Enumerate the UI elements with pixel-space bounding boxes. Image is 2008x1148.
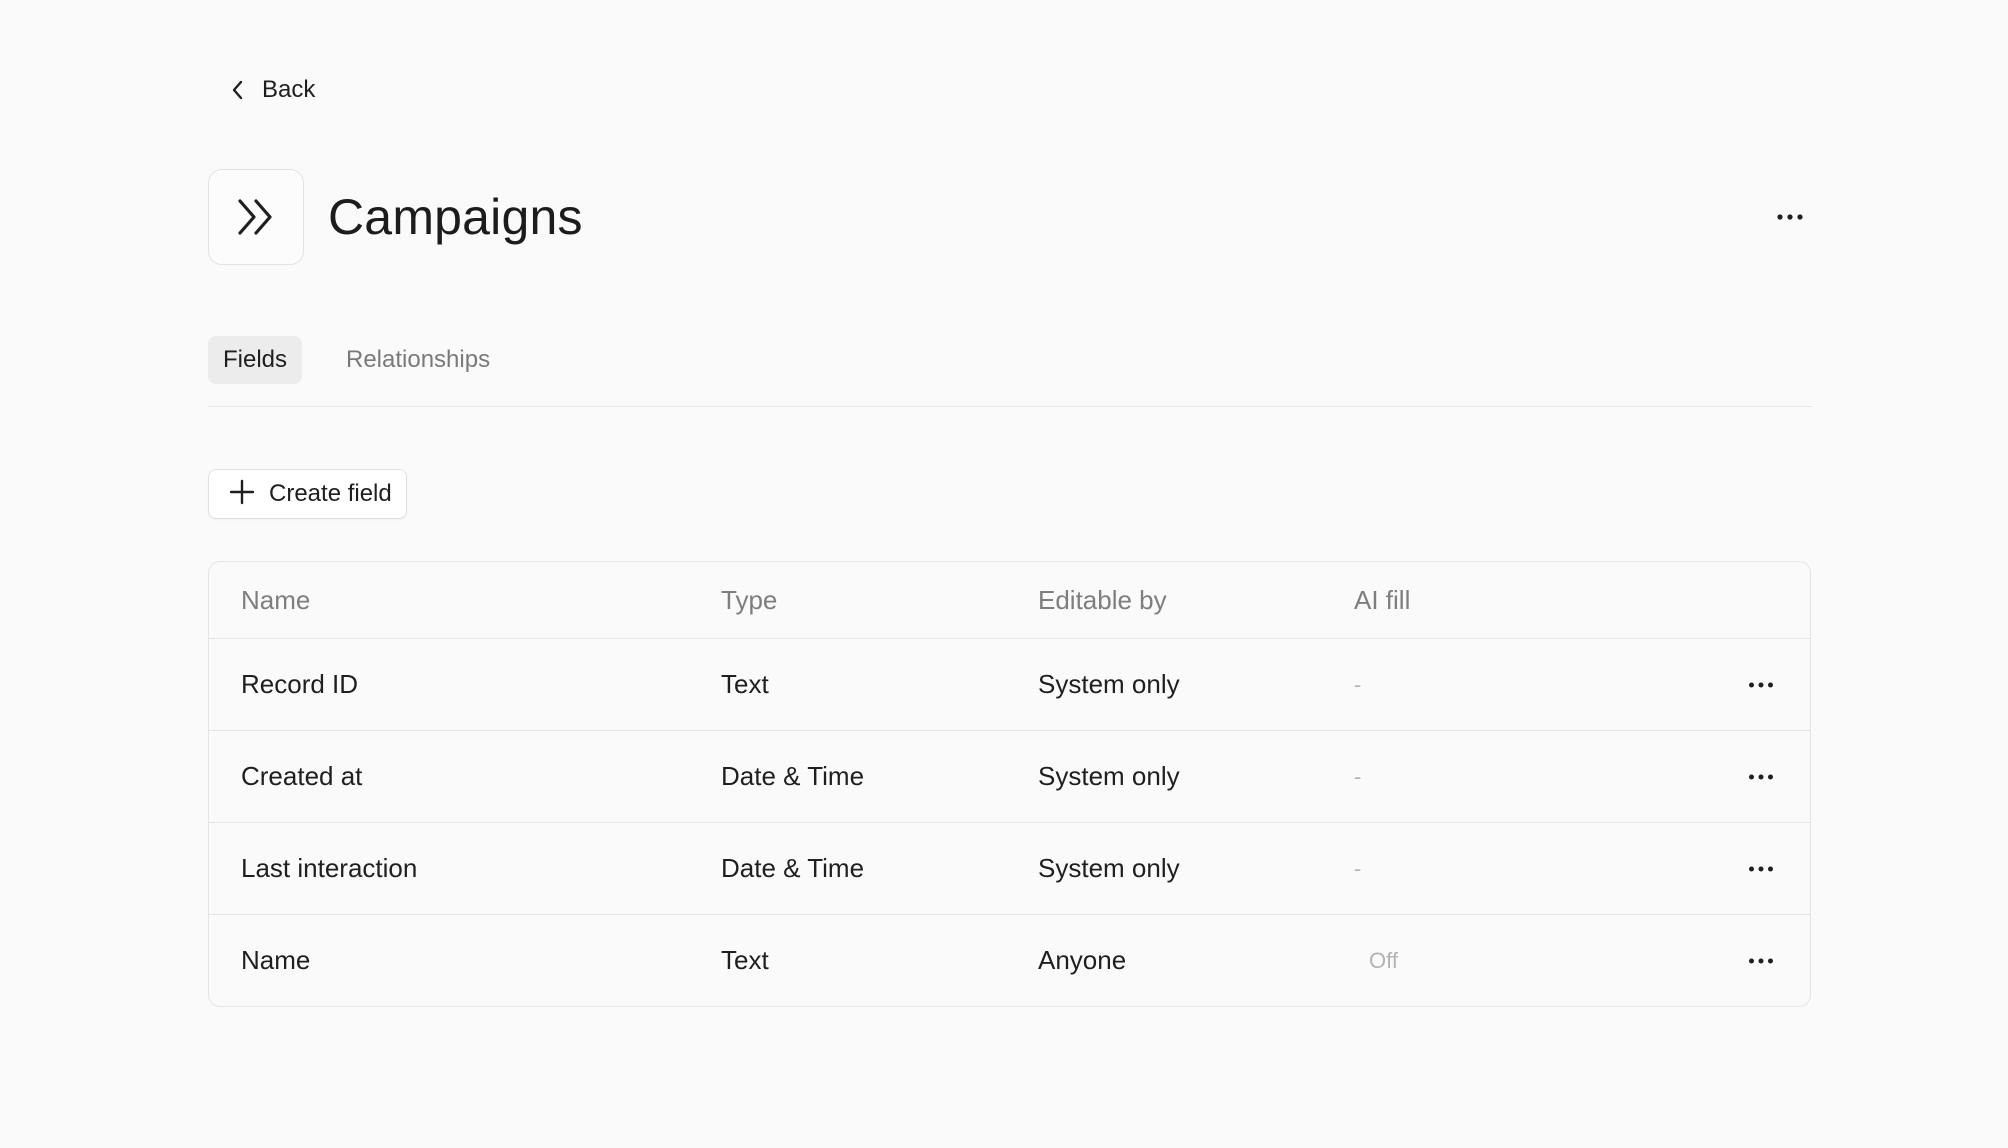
column-header-ai-fill[interactable]: AI fill <box>1354 585 1410 616</box>
field-ai-fill: - <box>1354 671 1362 697</box>
back-button[interactable]: Back <box>228 66 315 114</box>
row-more-button[interactable] <box>1739 755 1783 799</box>
tab-bar: Fields Relationships <box>208 336 1812 407</box>
create-field-button[interactable]: Create field <box>208 469 407 519</box>
tab-relationships[interactable]: Relationships <box>331 336 505 384</box>
column-header-editable-by[interactable]: Editable by <box>1038 585 1167 616</box>
ai-fill-status[interactable]: Off <box>1369 948 1398 974</box>
double-chevron-right-icon <box>208 169 304 265</box>
field-type: Date & Time <box>721 853 865 883</box>
tab-fields[interactable]: Fields <box>208 336 303 384</box>
table-header: Name Type Editable by AI fill <box>209 562 1810 639</box>
create-field-label: Create field <box>269 480 392 507</box>
more-horizontal-icon <box>1748 952 1774 970</box>
table-row[interactable]: Created at Date & Time System only - <box>209 731 1810 823</box>
field-editable-by: System only <box>1038 853 1180 883</box>
row-more-button[interactable] <box>1739 663 1783 707</box>
fields-table: Name Type Editable by AI fill Record ID … <box>208 561 1811 1007</box>
field-type: Text <box>721 669 769 699</box>
plus-icon <box>229 479 255 510</box>
row-more-button[interactable] <box>1739 847 1783 891</box>
column-header-name[interactable]: Name <box>241 585 310 616</box>
field-type: Date & Time <box>721 761 865 791</box>
field-editable-by: System only <box>1038 669 1180 699</box>
table-row[interactable]: Last interaction Date & Time System only… <box>209 823 1810 915</box>
table-row[interactable]: Name Text Anyone Off <box>209 915 1810 1006</box>
chevron-left-icon <box>228 78 248 102</box>
page-header: Campaigns <box>208 169 1812 265</box>
field-name: Name <box>241 945 311 975</box>
page-title: Campaigns <box>328 189 583 245</box>
column-header-type[interactable]: Type <box>721 585 777 616</box>
more-horizontal-icon <box>1748 860 1774 878</box>
more-horizontal-icon <box>1776 208 1804 226</box>
field-editable-by: Anyone <box>1038 945 1127 975</box>
field-name: Record ID <box>241 669 359 699</box>
more-horizontal-icon <box>1748 676 1774 694</box>
back-label: Back <box>262 76 316 103</box>
field-ai-fill: - <box>1354 855 1362 881</box>
field-type: Text <box>721 945 769 975</box>
field-name: Created at <box>241 761 363 791</box>
field-ai-fill: - <box>1354 763 1362 789</box>
table-row[interactable]: Record ID Text System only - <box>209 639 1810 731</box>
more-horizontal-icon <box>1748 768 1774 786</box>
more-options-button[interactable] <box>1768 195 1812 239</box>
field-name: Last interaction <box>241 853 418 883</box>
field-editable-by: System only <box>1038 761 1180 791</box>
row-more-button[interactable] <box>1739 939 1783 983</box>
